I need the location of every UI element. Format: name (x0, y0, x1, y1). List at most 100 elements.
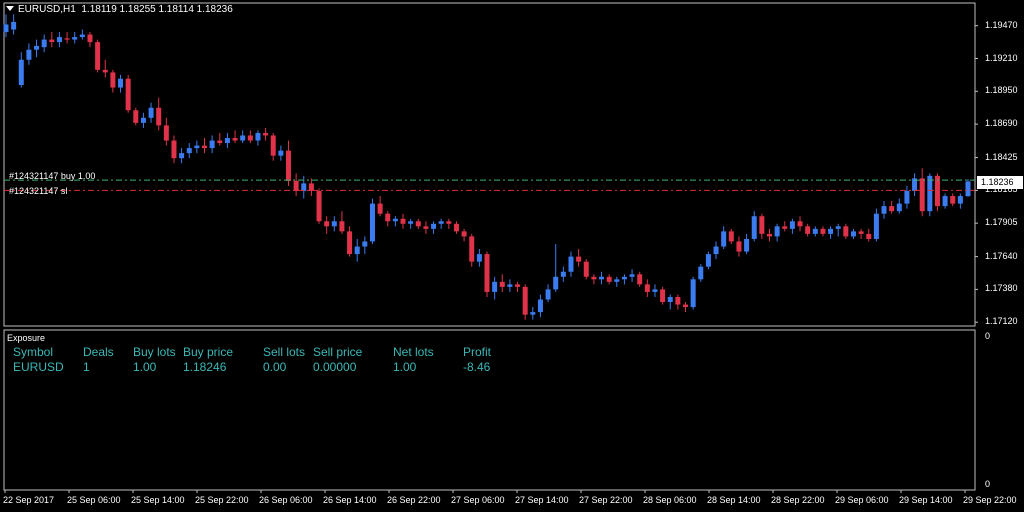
candle-body (385, 213, 391, 222)
x-tick-label: 27 Sep 14:00 (515, 495, 569, 505)
candle-body (163, 125, 169, 141)
candle-body (957, 196, 963, 204)
candle-body (270, 135, 276, 156)
candle-body (461, 231, 467, 237)
candle-body (240, 135, 246, 141)
candle-body (828, 228, 834, 234)
candle-body (232, 138, 238, 141)
candle-body (18, 59, 24, 86)
candle-body (392, 218, 398, 222)
x-tick-label: 27 Sep 06:00 (451, 495, 505, 505)
ohlc-values: 1.18119 1.18255 1.18114 1.18236 (81, 4, 233, 15)
candle-body (308, 183, 314, 191)
x-tick-label: 28 Sep 22:00 (771, 495, 825, 505)
candle-body (744, 238, 750, 252)
candle-body (64, 38, 70, 40)
candle-body (537, 299, 543, 313)
candle-body (866, 233, 872, 239)
candle-body (896, 203, 902, 212)
candle-body (919, 178, 925, 212)
candle-body (644, 284, 650, 292)
candle-body (49, 39, 55, 43)
y-tick-label: 1.18425 (985, 151, 1018, 162)
candle-body (751, 216, 757, 239)
candle-body (950, 196, 956, 204)
x-tick-label: 26 Sep 06:00 (259, 495, 313, 505)
candle-body (331, 221, 337, 227)
candle-body (812, 228, 818, 234)
exposure-col-header: Profit (463, 345, 492, 359)
candle-body (148, 107, 154, 118)
candle-body (782, 226, 788, 229)
chart-canvas[interactable] (0, 0, 1024, 512)
x-tick-label: 29 Sep 14:00 (899, 495, 953, 505)
candle-body (705, 254, 711, 267)
candle-body (690, 279, 696, 308)
exposure-cell: 1 (83, 360, 90, 374)
candle-body (789, 221, 795, 229)
candle-body (850, 231, 856, 237)
candle-body (507, 284, 513, 287)
candle-body (438, 221, 444, 224)
exposure-cell: 1.18246 (183, 360, 227, 374)
x-tick-label: 26 Sep 22:00 (387, 495, 441, 505)
y-tick-label: 1.18950 (985, 85, 1018, 96)
candle-body (881, 206, 887, 214)
candle-body (194, 145, 200, 149)
symbol-timeframe: EURUSD,H1 (18, 4, 76, 15)
candle-body (285, 150, 291, 181)
candle-body (553, 276, 559, 290)
candle-body (301, 183, 307, 191)
candle-body (499, 281, 505, 287)
candle-body (492, 281, 498, 292)
candle-body (591, 276, 597, 280)
candle-body (576, 256, 582, 262)
y-tick-label: 1.18165 (985, 184, 1018, 195)
x-tick-label: 28 Sep 14:00 (707, 495, 761, 505)
exposure-col-header: Symbol (13, 345, 54, 359)
candle-body (95, 42, 101, 70)
candle-body (606, 276, 612, 282)
exposure-col-header: Deals (83, 345, 114, 359)
candle-body (835, 226, 841, 229)
x-tick-label: 25 Sep 14:00 (131, 495, 185, 505)
dropdown-triangle-icon[interactable] (6, 6, 14, 11)
y-tick-label: 1.19470 (985, 19, 1018, 30)
y-tick-label: 1.18690 (985, 118, 1018, 129)
candle-body (102, 69, 108, 73)
y-tick-label: 1.17120 (985, 316, 1018, 327)
candle-body (339, 221, 345, 232)
exposure-col-header: Net lots (393, 345, 434, 359)
candle-body (728, 231, 734, 242)
candle-body (766, 233, 772, 237)
buy-order-label[interactable]: #124321147 buy 1.00 (9, 171, 95, 181)
exposure-cell: 1.00 (133, 360, 157, 374)
candle-body (545, 289, 551, 300)
exposure-cell: -8.46 (463, 360, 491, 374)
candle-body (614, 279, 620, 282)
candle-body (87, 34, 93, 43)
candle-body (209, 140, 215, 149)
candle-body (446, 221, 452, 224)
candle-body (599, 276, 605, 280)
candle-body (621, 276, 627, 280)
x-tick-label: 25 Sep 06:00 (67, 495, 121, 505)
x-tick-label: 25 Sep 22:00 (195, 495, 249, 505)
candle-body (125, 78, 131, 111)
x-tick-label: 29 Sep 06:00 (835, 495, 889, 505)
candle-body (133, 110, 139, 123)
exposure-cell: EURUSD (13, 360, 64, 374)
candle-body (316, 190, 322, 222)
exposure-cell: 0.00 (263, 360, 287, 374)
candle-body (247, 135, 253, 141)
stop-loss-label[interactable]: #124321147 sl (9, 186, 67, 196)
exposure-col-header: Buy lots (133, 345, 176, 359)
candle-body (667, 296, 673, 303)
candle-body (423, 226, 429, 229)
candle-body (774, 226, 780, 237)
candle-body (362, 241, 368, 247)
candle-body (202, 145, 208, 149)
exposure-title: Exposure (7, 333, 46, 343)
indicator-scale-bottom: 0 (985, 479, 991, 489)
candle-body (759, 216, 765, 234)
